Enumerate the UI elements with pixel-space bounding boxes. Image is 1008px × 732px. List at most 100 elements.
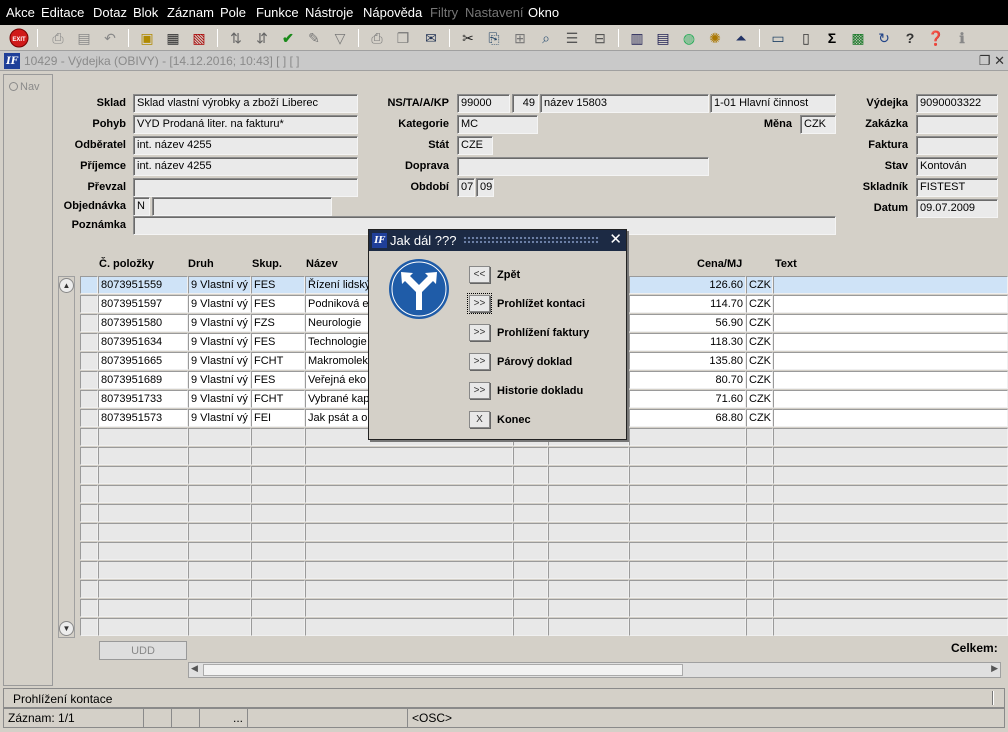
cell-mena[interactable]: CZK — [746, 409, 773, 427]
cell-nazev[interactable] — [305, 542, 513, 560]
cell-col5[interactable] — [548, 561, 629, 579]
cell-col5[interactable] — [548, 580, 629, 598]
cell-druh[interactable]: 9 Vlastní vý — [188, 352, 251, 370]
help-icon[interactable]: ? — [900, 28, 920, 48]
query-enter-icon[interactable]: ▣ — [137, 28, 157, 48]
field-prijemce[interactable]: int. název 4255 — [133, 157, 358, 176]
cell-mena[interactable] — [746, 561, 773, 579]
cell-mena[interactable]: CZK — [746, 371, 773, 389]
cell-cena[interactable] — [629, 485, 746, 503]
cell-skup[interactable] — [251, 580, 305, 598]
row-selector[interactable] — [80, 485, 98, 503]
menu-napoveda[interactable]: Nápověda — [363, 5, 422, 20]
cell-nazev[interactable] — [305, 523, 513, 541]
cell-mena[interactable]: CZK — [746, 295, 773, 313]
dialog-option-button[interactable]: << — [469, 266, 490, 283]
copy-icon[interactable]: ❐ — [393, 28, 413, 48]
dialog-option-button[interactable]: >> — [469, 382, 490, 399]
cell-nazev[interactable] — [305, 561, 513, 579]
cell-col8[interactable] — [773, 618, 1008, 636]
cell-polozka[interactable]: 8073951580 — [98, 314, 188, 332]
dialog-option-label[interactable]: Prohlížení faktury — [497, 327, 589, 339]
cell-cena[interactable]: 68.80 — [629, 409, 746, 427]
field-vydejka[interactable]: 9090003322 — [916, 94, 998, 113]
row-selector[interactable] — [80, 580, 98, 598]
cell-col8[interactable] — [773, 447, 1008, 465]
scroll-down-icon[interactable]: ▼ — [59, 621, 74, 636]
cell-col8[interactable] — [773, 580, 1008, 598]
cell-polozka[interactable]: 8073951634 — [98, 333, 188, 351]
excel-icon[interactable]: ▩ — [848, 28, 868, 48]
cell-col8[interactable] — [773, 466, 1008, 484]
sort-asc-icon[interactable]: ⇅ — [226, 28, 246, 48]
row-selector[interactable] — [80, 447, 98, 465]
cell-col8[interactable] — [773, 276, 1008, 294]
cell-col8[interactable] — [773, 390, 1008, 408]
cell-skup[interactable]: FZS — [251, 314, 305, 332]
cell-mena[interactable] — [746, 523, 773, 541]
col-header-text[interactable]: Text — [775, 258, 797, 270]
cell-druh[interactable] — [188, 580, 251, 598]
horizontal-scrollbar[interactable]: ◀ ▶ — [188, 662, 1001, 678]
search-icon[interactable]: ⌕ — [536, 28, 556, 48]
cell-col8[interactable] — [773, 428, 1008, 446]
cell-skup[interactable]: FEI — [251, 409, 305, 427]
cell-druh[interactable] — [188, 523, 251, 541]
field-stav[interactable]: Kontován — [916, 157, 998, 176]
cell-mena[interactable]: CZK — [746, 352, 773, 370]
col-header-polozka[interactable]: Č. položky — [99, 258, 154, 270]
field-kategorie[interactable]: MC — [457, 115, 538, 134]
sum-icon[interactable]: Σ — [822, 28, 842, 48]
cell-col4[interactable] — [513, 561, 548, 579]
menu-pole[interactable]: Pole — [220, 5, 246, 20]
field-stat[interactable]: CZE — [457, 136, 493, 155]
help-book-icon[interactable]: ❓ — [926, 28, 946, 48]
cell-druh[interactable]: 9 Vlastní vý — [188, 295, 251, 313]
cell-cena[interactable]: 80.70 — [629, 371, 746, 389]
globe-icon[interactable]: ◍ — [679, 28, 699, 48]
cell-druh[interactable]: 9 Vlastní vý — [188, 390, 251, 408]
dialog-option-button[interactable]: >> — [469, 324, 490, 341]
cell-col8[interactable] — [773, 352, 1008, 370]
dialog-option-label[interactable]: Konec — [497, 414, 531, 426]
cell-polozka[interactable]: 8073951689 — [98, 371, 188, 389]
save-icon[interactable]: ▤ — [74, 28, 94, 48]
cell-col4[interactable] — [513, 504, 548, 522]
field-faktura[interactable] — [916, 136, 998, 155]
cell-mena[interactable]: CZK — [746, 276, 773, 294]
row-selector[interactable] — [80, 409, 98, 427]
field-ns-4[interactable]: 1-01 Hlavní činnost — [710, 94, 836, 113]
cell-druh[interactable]: 9 Vlastní vý — [188, 314, 251, 332]
cell-col4[interactable] — [513, 485, 548, 503]
row-selector[interactable] — [80, 333, 98, 351]
row-selector[interactable] — [80, 504, 98, 522]
cell-skup[interactable] — [251, 542, 305, 560]
cell-mena[interactable]: CZK — [746, 333, 773, 351]
cell-skup[interactable] — [251, 523, 305, 541]
dialog-option-label[interactable]: Párový doklad — [497, 356, 572, 368]
cell-cena[interactable] — [629, 542, 746, 560]
cell-cena[interactable] — [629, 428, 746, 446]
col-header-skup[interactable]: Skup. — [252, 258, 282, 270]
vertical-scrollbar[interactable]: ▲ ▼ — [58, 276, 75, 638]
cell-polozka[interactable] — [98, 447, 188, 465]
cell-mena[interactable] — [746, 485, 773, 503]
col-header-nazev[interactable]: Název — [306, 258, 338, 270]
cell-col8[interactable] — [773, 409, 1008, 427]
cell-cena[interactable]: 118.30 — [629, 333, 746, 351]
cell-cena[interactable]: 56.90 — [629, 314, 746, 332]
structure-icon[interactable]: ⊟ — [590, 28, 610, 48]
list-icon[interactable]: ☰ — [562, 28, 582, 48]
undo-icon[interactable]: ↶ — [100, 28, 120, 48]
nav-radio[interactable]: Nav — [9, 81, 40, 93]
cell-mena[interactable] — [746, 580, 773, 598]
cell-cena[interactable]: 71.60 — [629, 390, 746, 408]
cell-druh[interactable] — [188, 466, 251, 484]
cell-col4[interactable] — [513, 447, 548, 465]
menu-zaznam[interactable]: Záznam — [167, 5, 214, 20]
cell-skup[interactable] — [251, 466, 305, 484]
dialog-option-label[interactable]: Prohlížet kontaci — [497, 298, 585, 310]
cell-druh[interactable] — [188, 618, 251, 636]
field-prevzal[interactable] — [133, 178, 358, 197]
cell-druh[interactable] — [188, 428, 251, 446]
